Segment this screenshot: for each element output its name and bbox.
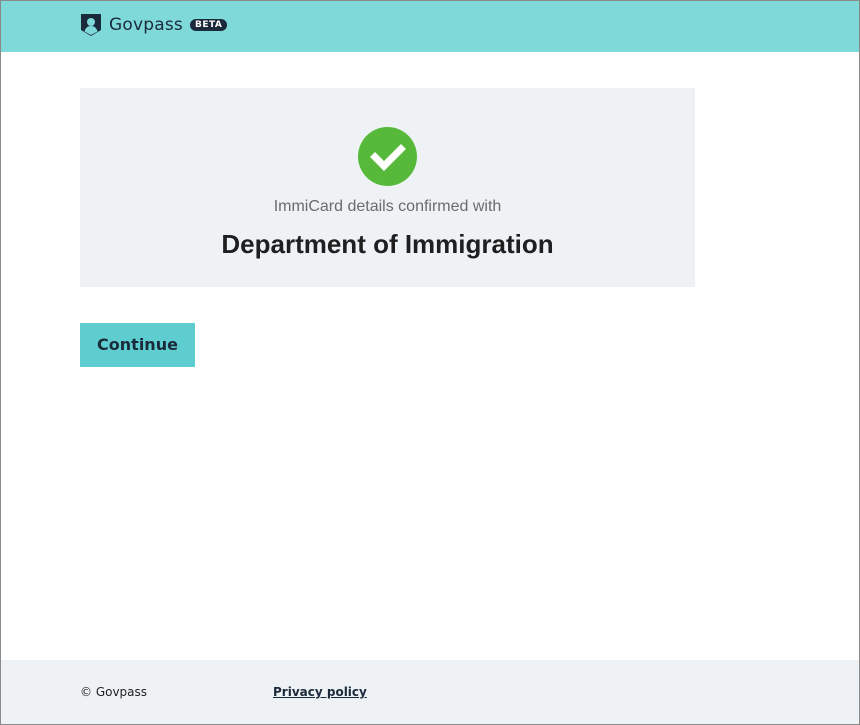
copyright-text: © Govpass — [80, 685, 148, 699]
govpass-logo[interactable]: Govpass BETA — [80, 13, 228, 37]
confirmation-message: ImmiCard details confirmed with — [273, 198, 502, 215]
site-header: Govpass BETA — [1, 1, 859, 52]
continue-button[interactable]: Continue — [80, 323, 195, 367]
confirmation-panel: ImmiCard details confirmed with Departme… — [80, 88, 695, 287]
brand-name: Govpass — [109, 15, 183, 35]
organisation-name: Department of Immigration — [221, 229, 554, 259]
check-circle-icon — [358, 127, 417, 186]
privacy-policy-link[interactable]: Privacy policy — [273, 684, 367, 700]
beta-badge: BETA — [189, 19, 228, 31]
shield-person-icon — [81, 14, 101, 36]
site-footer: © Govpass Privacy policy — [1, 660, 859, 724]
page-frame: Govpass BETA ImmiCard details confirmed … — [0, 0, 860, 725]
